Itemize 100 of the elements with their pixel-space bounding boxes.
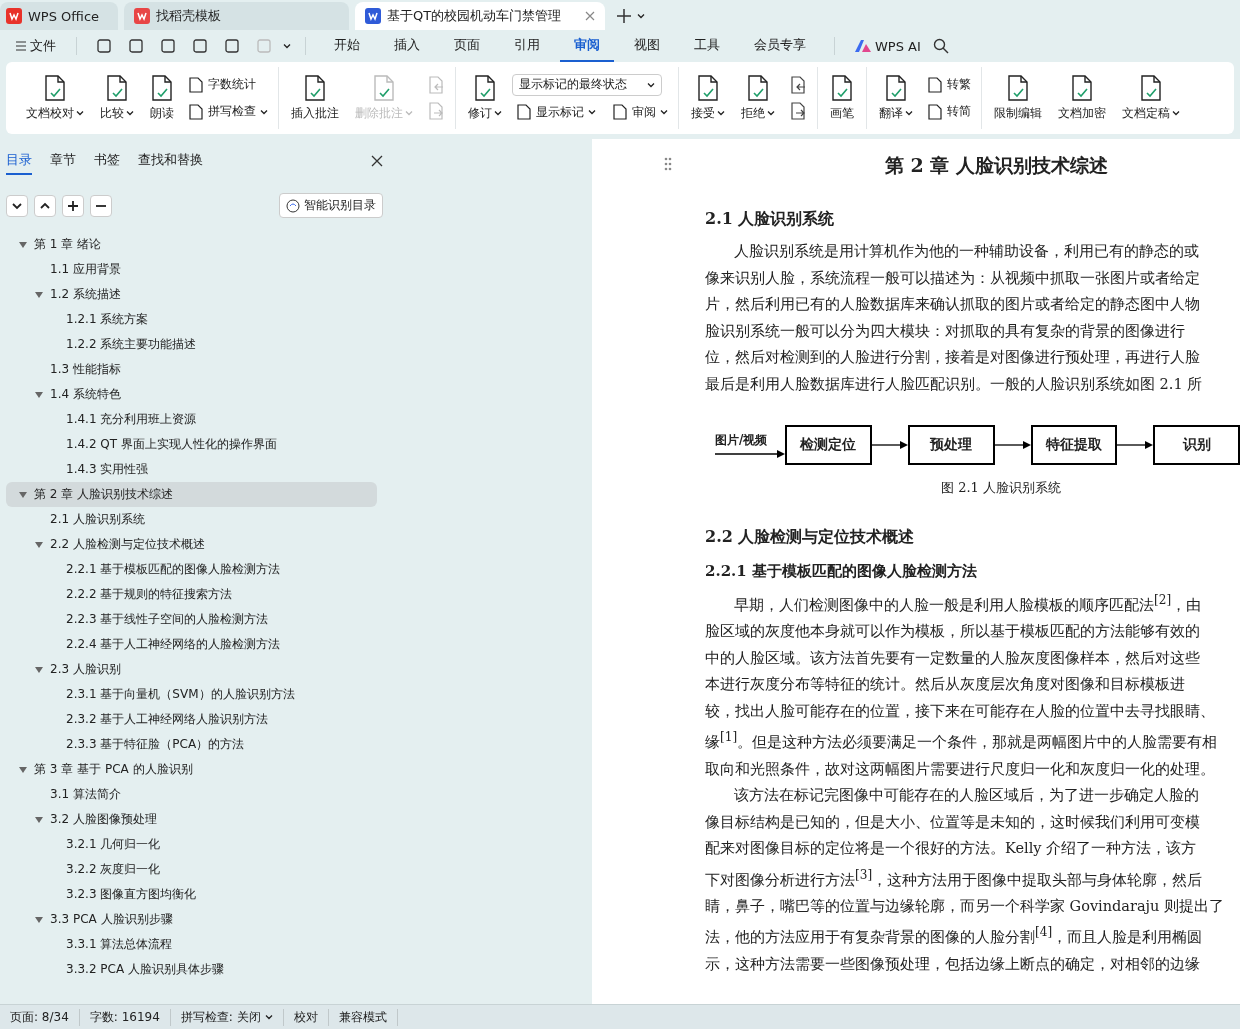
caret-icon xyxy=(494,110,502,116)
ribbon-button[interactable]: 修订 xyxy=(462,72,508,124)
collapse-arrow-icon[interactable] xyxy=(34,664,44,675)
outline-item[interactable]: 1.4.1 充分利用班上资源 xyxy=(6,407,377,432)
add-tab-icon[interactable] xyxy=(617,9,631,23)
ribbon-button[interactable]: 字数统计 xyxy=(184,74,272,95)
subsection-heading: 2.2.1 基于模板匹配的图像人脸检测方法 xyxy=(705,562,978,581)
ribbon-tab[interactable]: 工具 xyxy=(680,30,734,62)
ribbon-button[interactable]: 文档校对 xyxy=(20,72,90,124)
outline-item[interactable]: 2.3.1 基于向量机（SVM）的人脸识别方法 xyxy=(6,682,377,707)
collapse-arrow-icon[interactable] xyxy=(18,764,28,775)
arrow-left-icon[interactable] xyxy=(789,76,807,94)
collapse-arrow-icon[interactable] xyxy=(18,239,28,250)
status-item[interactable]: 页面: 8/34 xyxy=(0,1008,80,1026)
outline-item[interactable]: 3.2 人脸图像预处理 xyxy=(6,807,377,832)
collapse-arrow-icon[interactable] xyxy=(34,814,44,825)
outline-item[interactable]: 2.2.3 基于线性子空间的人脸检测方法 xyxy=(6,607,377,632)
outline-item[interactable]: 2.3.2 基于人工神经网络人脸识别方法 xyxy=(6,707,377,732)
file-menu[interactable]: 文件 xyxy=(10,33,62,59)
document-tab[interactable]: 基于QT的校园机动车门禁管理 xyxy=(355,2,605,30)
sidebar-tab[interactable]: 章节 xyxy=(50,147,76,175)
collapse-arrow-icon[interactable] xyxy=(34,389,44,400)
ribbon-button[interactable]: 审阅 xyxy=(608,101,672,123)
ribbon-tab[interactable]: 开始 xyxy=(320,30,374,62)
document-icon xyxy=(1070,74,1094,101)
outline-item[interactable]: 1.1 应用背景 xyxy=(6,257,377,282)
ribbon-button[interactable]: 接受 xyxy=(685,72,731,124)
outline-item[interactable]: 1.4 系统特色 xyxy=(6,382,377,407)
document-tab[interactable]: 找稻壳模板 xyxy=(124,2,349,30)
outline-item[interactable]: 3.3 PCA 人脸识别步骤 xyxy=(6,907,377,932)
status-item[interactable]: 校对 xyxy=(283,1008,329,1026)
outline-item[interactable]: 2.2 人脸检测与定位技术概述 xyxy=(6,532,377,557)
outline-item[interactable]: 3.3.2 PCA 人脸识别具体步骤 xyxy=(6,957,377,982)
outline-item[interactable]: 1.2.2 系统主要功能描述 xyxy=(6,332,377,357)
close-icon[interactable] xyxy=(371,155,383,167)
outline-item[interactable]: 3.2.1 几何归一化 xyxy=(6,832,377,857)
ribbon-button[interactable]: 显示标记 xyxy=(512,101,600,123)
outline-item[interactable]: 1.3 性能指标 xyxy=(6,357,377,382)
ribbon-tab[interactable]: 引用 xyxy=(500,30,554,62)
chevron-down-button[interactable] xyxy=(6,194,28,217)
document-tab[interactable]: WPS Office xyxy=(0,2,118,30)
collapse-arrow-icon[interactable] xyxy=(34,289,44,300)
outline-item[interactable]: 第 1 章 绪论 xyxy=(6,232,377,257)
document-icon xyxy=(884,74,908,101)
drag-handle-icon[interactable] xyxy=(664,157,672,171)
sidebar-tab[interactable]: 书签 xyxy=(94,147,120,175)
ribbon-button[interactable]: 拒绝 xyxy=(735,72,781,124)
ribbon-button[interactable]: 文档加密 xyxy=(1052,72,1112,124)
outline-item[interactable]: 3.3.1 算法总体流程 xyxy=(6,932,377,957)
ribbon-tab[interactable]: 视图 xyxy=(620,30,674,62)
ribbon-button[interactable]: 比较 xyxy=(94,72,140,124)
chevron-up-button[interactable] xyxy=(34,194,56,217)
outline-item[interactable]: 1.4.2 QT 界面上实现人性化的操作界面 xyxy=(6,432,377,457)
collapse-arrow-icon[interactable] xyxy=(34,539,44,550)
outline-item[interactable]: 2.2.2 基于规则的特征搜索方法 xyxy=(6,582,377,607)
sidebar-tab[interactable]: 查找和替换 xyxy=(138,147,203,175)
outline-item[interactable]: 1.2 系统描述 xyxy=(6,282,377,307)
ribbon-button[interactable]: 拼写检查 xyxy=(184,101,272,122)
outline-item[interactable]: 第 2 章 人脸识别技术综述 xyxy=(6,482,377,507)
caret-icon xyxy=(264,1014,273,1020)
display-mode-dropdown[interactable]: 显示标记的最终状态 xyxy=(512,73,662,96)
plus-button[interactable] xyxy=(62,194,84,217)
sidebar-tab[interactable]: 目录 xyxy=(6,147,32,175)
outline-item[interactable]: 1.2.1 系统方案 xyxy=(6,307,377,332)
outline-item[interactable]: 3.2.3 图像直方图均衡化 xyxy=(6,882,377,907)
outline-item[interactable]: 2.3.3 基于特征脸（PCA）的方法 xyxy=(6,732,377,757)
outline-item[interactable]: 2.1 人脸识别系统 xyxy=(6,507,377,532)
smart-toc-button[interactable]: 智能识别目录 xyxy=(279,193,383,218)
ribbon-button[interactable]: 转简 xyxy=(923,101,975,122)
ribbon-button[interactable]: 翻译 xyxy=(873,72,919,124)
document-icon xyxy=(105,74,129,101)
process-box: 检测定位 xyxy=(785,425,872,465)
ribbon-tab[interactable]: 会员专享 xyxy=(740,30,820,62)
ribbon-tab[interactable]: 页面 xyxy=(440,30,494,62)
document-icon xyxy=(927,103,943,120)
outline-item[interactable]: 1.4.3 实用性强 xyxy=(6,457,377,482)
ribbon-button[interactable]: 画笔 xyxy=(824,72,860,124)
outline-item[interactable]: 3.1 算法简介 xyxy=(6,782,377,807)
ribbon-button[interactable]: 文档定稿 xyxy=(1116,72,1186,124)
status-item[interactable]: 兼容模式 xyxy=(328,1008,398,1026)
outline-item[interactable]: 2.3 人脸识别 xyxy=(6,657,377,682)
collapse-arrow-icon[interactable] xyxy=(34,914,44,925)
outline-item[interactable]: 3.2.2 灰度归一化 xyxy=(6,857,377,882)
outline-item[interactable]: 第 3 章 基于 PCA 的人脸识别 xyxy=(6,757,377,782)
outline-item[interactable]: 2.2.4 基于人工神经网络的人脸检测方法 xyxy=(6,632,377,657)
arrow-icon xyxy=(1117,440,1154,450)
ribbon-button[interactable]: 转繁 xyxy=(923,74,975,95)
arrow-right-icon[interactable] xyxy=(789,102,807,120)
ribbon-button[interactable]: 插入批注 xyxy=(285,72,345,124)
outline-item[interactable]: 2.2.1 基于模板匹配的图像人脸检测方法 xyxy=(6,557,377,582)
minus-button[interactable] xyxy=(90,194,112,217)
document-icon xyxy=(150,74,174,101)
ai-button[interactable]: WPS AI xyxy=(849,34,927,58)
status-item[interactable]: 拼写检查: 关闭 xyxy=(170,1008,284,1026)
ribbon-tab[interactable]: 插入 xyxy=(380,30,434,62)
search-icon[interactable] xyxy=(932,38,949,54)
ribbon-button[interactable]: 限制编辑 xyxy=(988,72,1048,124)
ribbon-button[interactable]: 朗读 xyxy=(144,72,180,124)
status-item[interactable]: 字数: 16194 xyxy=(79,1008,171,1026)
collapse-arrow-icon[interactable] xyxy=(18,489,28,500)
